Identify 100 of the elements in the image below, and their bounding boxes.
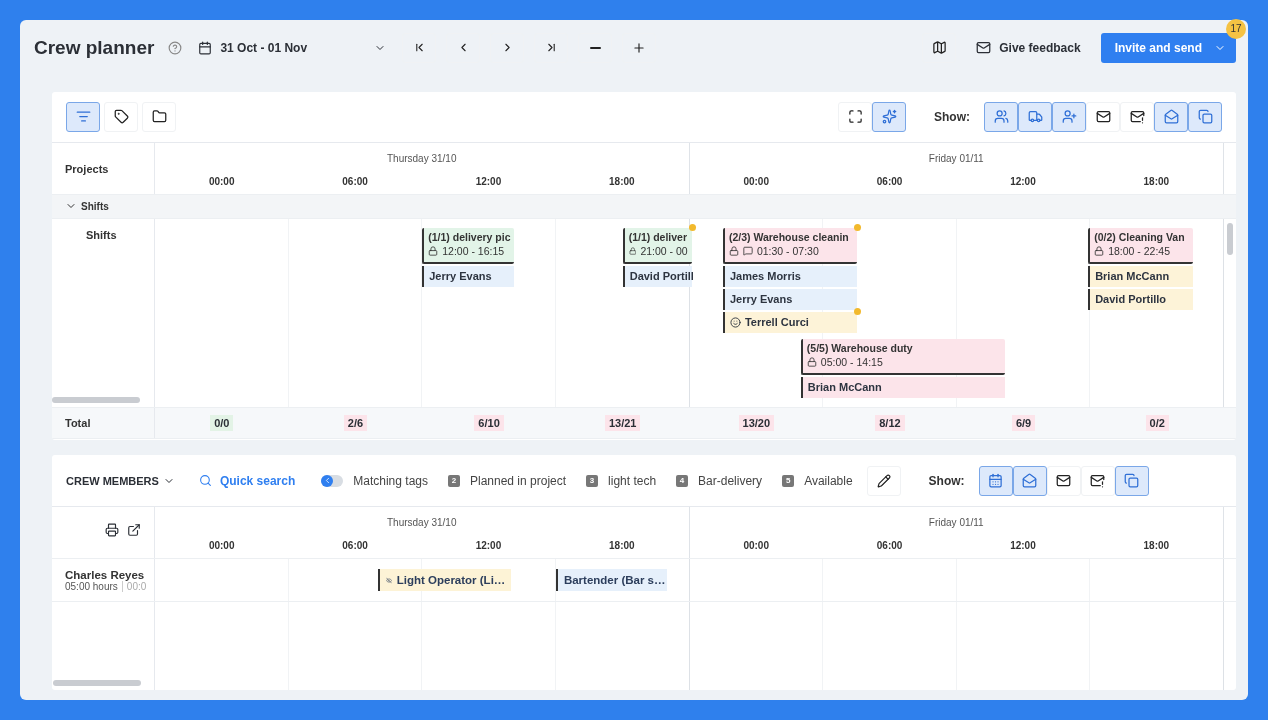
open-mail-toggle[interactable] [1012, 465, 1047, 496]
crew-assignment[interactable]: David Portillo [1088, 288, 1193, 310]
lock-icon [1094, 245, 1105, 256]
total-count: 2/6 [343, 415, 368, 432]
hour-label: 12:00 [1009, 540, 1037, 552]
number-marker: 2 [448, 474, 460, 487]
assignment-card[interactable]: Bartender (Bar s… [555, 569, 668, 592]
print-icon[interactable] [105, 523, 119, 538]
feedback-button[interactable]: Give feedback [966, 32, 1091, 63]
total-label: Total [65, 417, 92, 430]
collapse-handle[interactable] [321, 474, 344, 487]
lock-icon [428, 245, 439, 256]
copy-icon [1124, 473, 1140, 489]
add-person-icon [1061, 109, 1077, 125]
crew-assignment[interactable]: David Portill [622, 265, 692, 287]
open-mail-toggle[interactable] [1154, 101, 1188, 132]
member-name: Charles Reyes [65, 568, 145, 581]
hour-label: 00:00 [742, 540, 770, 552]
shift-card[interactable]: (1/1) delivery pic 12:00 - 16:15 [422, 227, 514, 264]
edit-button[interactable] [866, 465, 901, 496]
folder-button[interactable] [142, 101, 176, 132]
day-label: Thursday 31/10 [386, 517, 458, 529]
total-count: 0/0 [210, 415, 234, 432]
member-time: 00:0 [121, 580, 147, 592]
filter-label: Matching tags [353, 473, 428, 488]
sparkle-button[interactable] [872, 101, 906, 132]
hour-label: 12:00 [1009, 176, 1037, 188]
people-toggle[interactable] [984, 101, 1018, 132]
quick-search-link[interactable]: Quick search [192, 472, 302, 489]
shift-time: 12:00 - 16:15 [442, 244, 505, 257]
calendar-icon [198, 40, 213, 55]
shift-time: 21:00 - 00 [640, 244, 688, 257]
shift-title: (1/1) delivery pic [428, 230, 510, 243]
comment-icon [742, 245, 753, 256]
total-count: 6/10 [474, 415, 504, 432]
shift-title: (2/3) Warehouse cleanin [728, 230, 850, 243]
hour-label: 00:00 [207, 176, 236, 188]
total-count: 6/9 [1011, 415, 1036, 432]
filter-label: light tech [608, 473, 657, 488]
hour-label: 06:00 [875, 540, 904, 552]
count-badge: 17 [1226, 18, 1246, 39]
crew-assignment[interactable]: Jerry Evans [722, 288, 857, 310]
crew-assignment[interactable]: Brian McCann [800, 376, 1005, 398]
hour-label: 06:00 [341, 540, 369, 552]
section-title: CREW MEMBERS [66, 474, 159, 487]
hour-label: 18:00 [608, 176, 636, 188]
fullscreen-button[interactable] [838, 101, 872, 132]
calendar-icon [988, 473, 1004, 489]
pencil-icon [876, 473, 891, 488]
hour-label: 12:00 [474, 176, 503, 188]
shift-title: (5/5) Warehouse duty [806, 341, 914, 354]
date-range-picker[interactable]: 31 Oct - 01 Nov [192, 32, 393, 63]
folder-icon [151, 109, 167, 125]
total-count: 13/21 [604, 415, 641, 432]
add-person-toggle[interactable] [1052, 101, 1086, 132]
map-icon [931, 40, 947, 56]
day-label: Friday 01/11 [927, 517, 985, 529]
help-icon [168, 40, 183, 55]
shift-time: 01:30 - 07:30 [756, 244, 819, 257]
group-toggle[interactable]: Shifts [65, 200, 142, 213]
external-link-icon[interactable] [127, 523, 141, 538]
calendar-toggle[interactable] [978, 465, 1013, 496]
row-label: Shifts [86, 228, 118, 241]
total-count: 0/2 [1145, 415, 1169, 432]
filter-label: Bar-delivery [698, 473, 763, 488]
number-marker: 5 [782, 474, 795, 487]
hour-label: 06:00 [875, 176, 904, 188]
invite-button[interactable]: Invite and send [1100, 32, 1236, 63]
truck-icon [1027, 109, 1043, 125]
show-label: Show: [928, 473, 965, 488]
assignment-card[interactable]: Light Operator (Li… [377, 569, 512, 592]
scrollbar [1227, 222, 1233, 255]
mail-toggle[interactable] [1046, 465, 1081, 496]
lock-icon [806, 356, 817, 367]
tag-button[interactable] [104, 101, 138, 132]
smiley-icon [729, 316, 741, 328]
copy-toggle[interactable] [1188, 101, 1222, 132]
crew-assignment[interactable]: Brian McCann [1088, 265, 1193, 287]
crew-assignment[interactable]: James Morris [722, 265, 857, 287]
tag-icon [113, 109, 129, 125]
mail-icon [1056, 473, 1072, 489]
column-heading: Projects [65, 162, 110, 175]
hour-label: 12:00 [474, 540, 503, 552]
plus-icon [632, 40, 647, 55]
shift-card[interactable]: (0/2) Cleaning Van 18:00 - 22:45 [1088, 227, 1193, 264]
filter-icon [75, 109, 91, 125]
mail-toggle[interactable] [1086, 101, 1120, 132]
number-marker: 4 [676, 474, 689, 487]
mail-icon [976, 40, 992, 56]
hour-label: 00:00 [742, 176, 770, 188]
sparkle-icon [881, 109, 897, 125]
total-count: 8/12 [875, 415, 905, 432]
hour-label: 18:00 [608, 540, 636, 552]
hour-label: 18:00 [1142, 176, 1171, 188]
shift-card[interactable]: (5/5) Warehouse duty 05:00 - 14:15 [800, 338, 1005, 375]
copy-toggle[interactable] [1114, 465, 1149, 496]
crew-assignment[interactable]: Jerry Evans [422, 265, 514, 287]
lock-icon [728, 245, 739, 256]
filter-label: Available [804, 473, 853, 488]
truck-toggle[interactable] [1018, 101, 1052, 132]
